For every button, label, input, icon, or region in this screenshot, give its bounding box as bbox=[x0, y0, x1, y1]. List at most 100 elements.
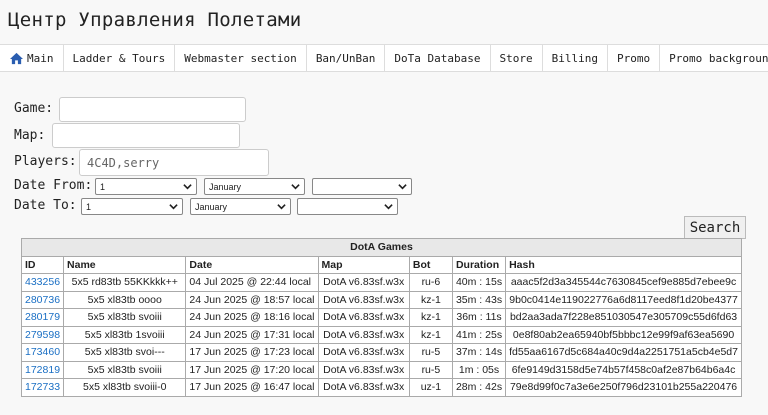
table-row: 172819 5x5 xl83tb svoiii 17 Jun 2025 @ 1… bbox=[20, 360, 742, 379]
page-title: Центр Управления Полетами bbox=[8, 9, 302, 31]
game-id-cell[interactable]: 280179 bbox=[20, 308, 65, 327]
game-id-link[interactable]: 172733 bbox=[25, 381, 60, 393]
game-id-link[interactable]: 280179 bbox=[25, 311, 60, 323]
date-from-month-select[interactable]: January bbox=[204, 178, 305, 195]
hash-cell: 0e8f80ab2ea65940bf5bbbc12e99f9af63ea5690 bbox=[505, 325, 742, 344]
column-header-duration: Duration bbox=[451, 255, 507, 274]
map-input[interactable] bbox=[52, 123, 240, 148]
hash-cell: bd2aa3ada7f228e851030547e305709c55d6fd63 bbox=[505, 308, 742, 327]
name-cell: 5x5 rd83tb 55KKkkk++ bbox=[63, 273, 187, 292]
bot-cell: kz-1 bbox=[408, 325, 453, 344]
column-header-date: Date bbox=[185, 255, 319, 274]
date-from-day-select[interactable]: 1 bbox=[95, 178, 197, 195]
select-value: January bbox=[195, 201, 228, 212]
date-to-label: Date To: bbox=[14, 198, 77, 213]
hash-cell: 79e8d99f0c7a3e6e250f796d23101b255a220476 bbox=[505, 378, 742, 397]
date-from-label: Date From: bbox=[14, 178, 93, 193]
date-cell: 24 Jun 2025 @ 18:57 local bbox=[185, 290, 319, 309]
select-value: January bbox=[209, 181, 242, 192]
map-cell: DotA v6.83sf.w3x bbox=[317, 290, 410, 309]
map-cell: DotA v6.83sf.w3x bbox=[317, 343, 410, 362]
nav-item-webmaster[interactable]: Webmaster section bbox=[175, 45, 307, 71]
game-id-cell[interactable]: 279598 bbox=[20, 325, 65, 344]
map-label: Map: bbox=[14, 128, 46, 143]
table-row: 280179 5x5 xl83tb svoiii 24 Jun 2025 @ 1… bbox=[20, 308, 742, 327]
duration-cell: 1m : 05s bbox=[451, 360, 507, 379]
map-cell: DotA v6.83sf.w3x bbox=[317, 378, 410, 397]
nav-item-label: Ladder & Tours bbox=[72, 51, 166, 65]
duration-cell: 37m : 14s bbox=[451, 343, 507, 362]
game-id-cell[interactable]: 172733 bbox=[20, 378, 65, 397]
table-row: 173460 5x5 xl83tb svoi--- 17 Jun 2025 @ … bbox=[20, 343, 742, 362]
select-value: 1 bbox=[100, 181, 106, 192]
date-to-year-select[interactable] bbox=[297, 198, 398, 215]
game-id-cell[interactable]: 433256 bbox=[20, 273, 65, 292]
table-row: 279598 5x5 xl83tb 1svoiii 24 Jun 2025 @ … bbox=[20, 325, 742, 344]
players-input[interactable] bbox=[79, 149, 269, 176]
select-value: 1 bbox=[86, 201, 92, 212]
date-cell: 24 Jun 2025 @ 18:16 local bbox=[185, 308, 319, 327]
date-to-day-select[interactable]: 1 bbox=[81, 198, 183, 215]
nav-item-promo[interactable]: Promo bbox=[608, 45, 661, 71]
bot-cell: ru-6 bbox=[408, 273, 453, 292]
nav-item-promo-background[interactable]: Promo background bbox=[660, 45, 768, 71]
column-header-name: Name bbox=[63, 255, 187, 274]
date-cell: 17 Jun 2025 @ 16:47 local bbox=[185, 378, 319, 397]
chevron-down-icon bbox=[183, 184, 192, 190]
game-id-link[interactable]: 172819 bbox=[25, 364, 60, 376]
nav-item-main[interactable]: Main bbox=[0, 45, 64, 71]
date-from-year-select[interactable] bbox=[312, 178, 412, 195]
game-id-cell[interactable]: 172819 bbox=[20, 360, 65, 379]
duration-cell: 40m : 15s bbox=[451, 273, 507, 292]
nav-item-ladder-tours[interactable]: Ladder & Tours bbox=[64, 45, 176, 71]
chevron-down-icon bbox=[277, 204, 286, 210]
hash-cell: aaac5f2d3a345544c7630845cef9e885d7ebee9c bbox=[505, 273, 742, 292]
column-header-bot: Bot bbox=[408, 255, 453, 274]
bot-cell: uz-1 bbox=[408, 378, 453, 397]
search-button[interactable]: Search bbox=[684, 216, 746, 239]
nav-item-label: Store bbox=[499, 51, 533, 65]
chevron-down-icon bbox=[169, 204, 178, 210]
nav-item-label: Billing bbox=[551, 51, 598, 65]
table-caption: DotA Games bbox=[21, 238, 742, 257]
game-id-cell[interactable]: 280736 bbox=[20, 290, 65, 309]
game-id-link[interactable]: 173460 bbox=[25, 346, 60, 358]
nav-item-ban-unban[interactable]: Ban/UnBan bbox=[307, 45, 386, 71]
chevron-down-icon bbox=[291, 184, 300, 190]
date-cell: 04 Jul 2025 @ 22:44 local bbox=[185, 273, 319, 292]
name-cell: 5x5 xl83tb svoiii bbox=[63, 308, 187, 327]
players-label: Players: bbox=[14, 154, 77, 169]
chevron-down-icon bbox=[398, 184, 407, 190]
nav-item-label: DoTa Database bbox=[394, 51, 481, 65]
name-cell: 5x5 xl83tb svoi--- bbox=[63, 343, 187, 362]
name-cell: 5x5 xl83tb oooo bbox=[63, 290, 187, 309]
name-cell: 5x5 xl83tb svoiii-0 bbox=[63, 378, 187, 397]
column-header-id: ID bbox=[20, 255, 65, 274]
nav-item-label: Webmaster section bbox=[184, 51, 297, 65]
game-input[interactable] bbox=[59, 97, 246, 122]
nav-item-store[interactable]: Store bbox=[491, 45, 543, 71]
bot-cell: ru-5 bbox=[408, 343, 453, 362]
duration-cell: 28m : 42s bbox=[451, 378, 507, 397]
game-id-link[interactable]: 280736 bbox=[25, 294, 60, 306]
nav-item-dota-database[interactable]: DoTa Database bbox=[385, 45, 491, 71]
table-row: 280736 5x5 xl83tb oooo 24 Jun 2025 @ 18:… bbox=[20, 290, 742, 309]
game-id-link[interactable]: 433256 bbox=[25, 276, 60, 288]
nav-item-label: Main bbox=[27, 51, 54, 65]
table-header-row: ID Name Date Map Bot Duration Hash bbox=[20, 255, 742, 274]
nav-item-billing[interactable]: Billing bbox=[543, 45, 608, 71]
date-to-month-select[interactable]: January bbox=[190, 198, 291, 215]
map-cell: DotA v6.83sf.w3x bbox=[317, 360, 410, 379]
main-nav: Main Ladder & Tours Webmaster section Ba… bbox=[0, 44, 768, 72]
nav-item-label: Promo bbox=[617, 51, 651, 65]
bot-cell: ru-5 bbox=[408, 360, 453, 379]
hash-cell: fd55aa6167d5c684a40c9d4a2251751a5cb4e5d7 bbox=[505, 343, 742, 362]
duration-cell: 35m : 43s bbox=[451, 290, 507, 309]
duration-cell: 36m : 11s bbox=[451, 308, 507, 327]
bot-cell: kz-1 bbox=[408, 290, 453, 309]
nav-item-label: Promo background bbox=[669, 51, 768, 65]
table-row: 433256 5x5 rd83tb 55KKkkk++ 04 Jul 2025 … bbox=[20, 273, 742, 292]
map-cell: DotA v6.83sf.w3x bbox=[317, 308, 410, 327]
game-id-cell[interactable]: 173460 bbox=[20, 343, 65, 362]
game-id-link[interactable]: 279598 bbox=[25, 329, 60, 341]
